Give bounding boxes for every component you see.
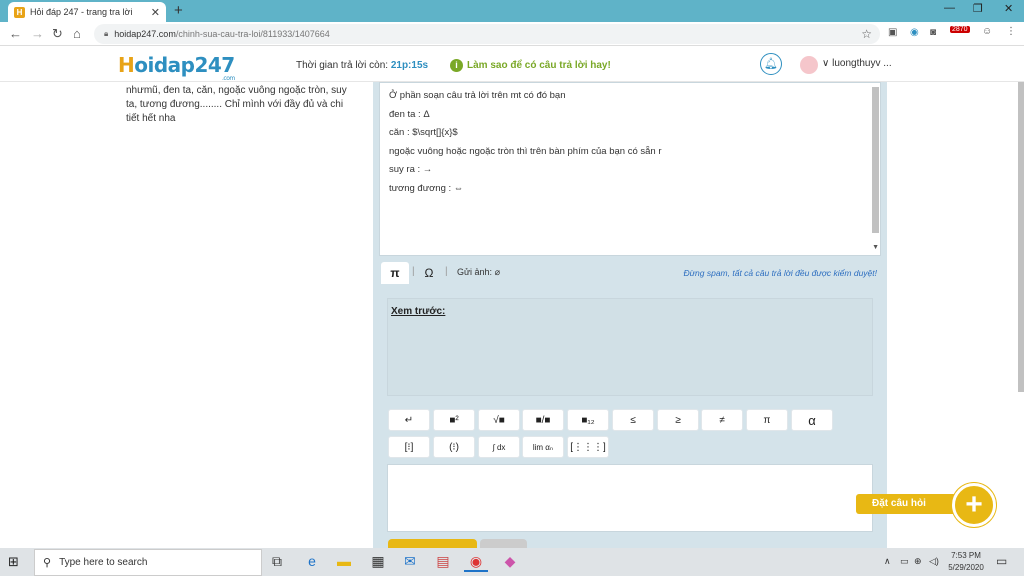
answer-line: Ở phần soạn câu trả lời trên mt có đó bạ… [389, 90, 566, 101]
extension-icon[interactable]: ◉ [910, 27, 919, 38]
preview-box: Xem trước: [387, 298, 873, 396]
browser-toolbar: ← → ↻ ⌂ 🔒︎ hoidap247.com/chinh-sua-cau-t… [0, 22, 1024, 46]
site-header: Hoidap247 .com Thời gian trả lời còn: 21p… [0, 46, 1024, 82]
clock[interactable]: 7:53 PM 5/29/2020 [944, 550, 988, 574]
home-icon[interactable]: ⌂ [73, 26, 81, 41]
taskbar: ⊞ ⚲ Type here to search ⧉ e ▬ ▦ ✉ ▤ ◉ ◆ … [0, 548, 1024, 576]
url-path: /chinh-sua-cau-tra-loi/811933/1407664 [175, 29, 330, 39]
menu-icon[interactable]: ⋮ [1006, 26, 1016, 37]
tray-chevron-icon[interactable]: ∧ [884, 556, 891, 567]
forward-icon[interactable]: → [31, 26, 44, 41]
task-view-icon[interactable]: ⧉ [265, 553, 289, 570]
camera-icon[interactable]: ◙ [930, 27, 936, 38]
answer-line: ngoặc vuông hoặc ngoặc tròn thì trên bàn… [389, 145, 662, 157]
tab-special-chars[interactable]: Ω [419, 262, 439, 284]
maximize-icon[interactable]: ❐ [973, 2, 983, 15]
textarea-scrollbar[interactable] [872, 87, 879, 233]
username[interactable]: ∨ luongthuyv ... [822, 58, 892, 69]
answer-line: tương đương : ⇔ [389, 182, 464, 194]
answer-line: căn : $\sqrt[]{x}$ [389, 127, 458, 138]
battery-icon[interactable]: ▭ [900, 556, 909, 567]
search-icon: ⚲ [43, 557, 52, 569]
edge-icon[interactable]: e [300, 553, 324, 569]
preview-label: Xem trước: [391, 306, 446, 317]
browser-tab-strip: H Hỏi đáp 247 - trang tra lời ✕ + — ❐ ✕ [0, 0, 1024, 22]
upload-image-button[interactable]: Gửi ảnh: ⌀ [457, 267, 500, 278]
divider: | [445, 266, 448, 277]
page-scrollbar[interactable] [1018, 82, 1024, 392]
ask-question-button[interactable]: Đặt câu hỏi [856, 494, 956, 514]
math-button-power[interactable]: ■² [433, 409, 475, 431]
volume-icon[interactable]: ◁) [929, 556, 939, 567]
math-button-paren-matrix[interactable]: (⁝) [433, 436, 475, 458]
lock-icon: 🔒︎ [104, 29, 109, 38]
spam-notice: Đừng spam, tất cả câu trả lời đều được k… [683, 268, 878, 278]
back-icon[interactable]: ← [9, 26, 22, 41]
app-icon[interactable]: ▤ [431, 553, 455, 570]
math-button-matrix[interactable]: [⁝] [388, 436, 430, 458]
paint-icon[interactable]: ◆ [498, 553, 522, 570]
math-button-grid[interactable]: [⋮⋮⋮] [567, 436, 609, 458]
math-button-integral[interactable]: ∫ dx [478, 436, 520, 458]
chevron-down-icon: ∨ [822, 58, 830, 69]
tab-math-symbols[interactable]: π [381, 262, 409, 284]
bookmark-star-icon[interactable]: ☆ [861, 27, 872, 41]
url-domain: hoidap247.com [114, 29, 176, 39]
math-toolbar-tabs: π | Ω | Gửi ảnh: ⌀ Đừng spam, tất cả câu… [379, 262, 881, 284]
store-icon[interactable]: ▦ [366, 553, 390, 570]
minimize-icon[interactable]: — [944, 2, 955, 14]
latex-input[interactable] [387, 464, 873, 532]
windows-start-icon[interactable]: ⊞ [8, 554, 19, 570]
window-close-icon[interactable]: ✕ [1004, 2, 1013, 15]
howto-link[interactable]: i Làm sao để có câu trả lời hay! [450, 59, 611, 72]
math-button-enter[interactable]: ↵ [388, 409, 430, 431]
math-button-subscript[interactable]: ■₁₂ [567, 409, 609, 431]
taskbar-search[interactable]: ⚲ Type here to search [34, 549, 262, 576]
math-button-fraction[interactable]: ■/■ [522, 409, 564, 431]
network-icon[interactable]: ⊕ [914, 556, 922, 567]
avatar[interactable] [800, 56, 818, 74]
math-button-sqrt[interactable]: √■ [478, 409, 520, 431]
profile-icon[interactable]: ☺ [982, 26, 992, 37]
answer-line: suy ra : → [389, 164, 433, 175]
answer-line: đen ta : Δ [389, 108, 430, 120]
tab-close-icon[interactable]: ✕ [151, 6, 160, 19]
scroll-down-icon[interactable]: ▼ [872, 244, 879, 251]
info-icon: i [450, 59, 463, 72]
tab-title: Hỏi đáp 247 - trang tra lời [30, 7, 133, 17]
answer-textarea[interactable]: Ở phần soạn câu trả lời trên mt có đó bạ… [379, 82, 881, 256]
math-button-neq[interactable]: ≠ [701, 409, 743, 431]
math-button-leq[interactable]: ≤ [612, 409, 654, 431]
divider: | [412, 266, 415, 277]
new-tab-button[interactable]: + [174, 2, 183, 19]
reload-icon[interactable]: ↻ [52, 26, 63, 42]
math-button-pi[interactable]: π [746, 409, 788, 431]
answer-timer: Thời gian trả lời còn: 21p:15s [296, 60, 429, 71]
site-logo[interactable]: Hoidap247 .com [118, 53, 235, 82]
math-button-alpha[interactable]: α [791, 409, 833, 431]
notification-center-icon[interactable]: ▭ [996, 554, 1007, 568]
add-question-icon[interactable]: + [952, 483, 996, 527]
site-favicon-icon: H [14, 6, 25, 18]
notification-bell-icon[interactable]: 🔔︎ [760, 53, 782, 75]
browser-tab[interactable]: H Hỏi đáp 247 - trang tra lời ✕ [8, 2, 166, 22]
file-explorer-icon[interactable]: ▬ [332, 553, 356, 569]
extension-icon[interactable]: ▣ [888, 27, 897, 38]
mail-icon[interactable]: ✉ [398, 553, 422, 570]
address-bar[interactable]: 🔒︎ hoidap247.com/chinh-sua-cau-tra-loi/8… [94, 24, 880, 44]
math-button-limit[interactable]: lim αₙ [522, 436, 564, 458]
math-button-geq[interactable]: ≥ [657, 409, 699, 431]
extension-badge[interactable]: 2870 [950, 26, 970, 33]
question-text: nhưmũ, đen ta, căn, ngoặc vuông ngoặc tr… [126, 85, 347, 124]
chrome-icon[interactable]: ◉ [464, 553, 488, 572]
paperclip-icon: ⌀ [494, 267, 500, 277]
